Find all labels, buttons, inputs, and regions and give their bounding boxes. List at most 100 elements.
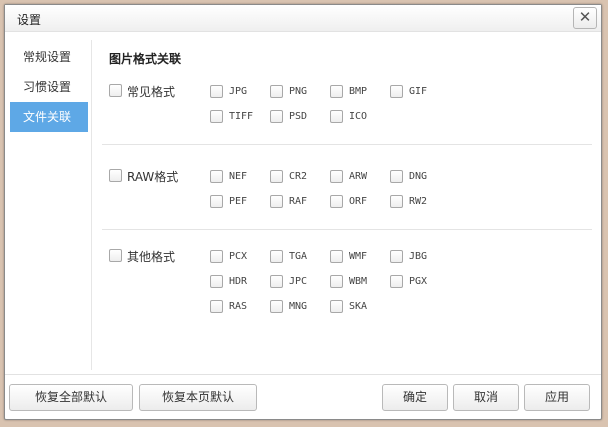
format-option-jpc[interactable]: JPC: [270, 273, 307, 289]
format-checkbox[interactable]: [270, 109, 283, 123]
format-label: PNG: [289, 85, 308, 97]
format-checkbox[interactable]: [210, 299, 223, 313]
format-label: TGA: [289, 250, 308, 262]
format-checkbox[interactable]: [390, 169, 403, 183]
format-checkbox[interactable]: [390, 194, 403, 208]
format-label: CR2: [289, 170, 308, 182]
format-option-mng[interactable]: MNG: [270, 298, 307, 314]
sidebar-item-general[interactable]: 常规设置: [10, 42, 88, 72]
restore-page-defaults-button[interactable]: 恢复本页默认: [139, 384, 257, 411]
ok-button[interactable]: 确定: [382, 384, 448, 411]
sidebar-item-label: 常规设置: [23, 50, 72, 64]
other-formats-checkbox[interactable]: [109, 249, 122, 262]
format-checkbox[interactable]: [270, 299, 283, 313]
format-checkbox[interactable]: [330, 274, 343, 288]
format-label: PEF: [229, 195, 248, 207]
sidebar: 常规设置 习惯设置 文件关联: [10, 42, 88, 132]
format-option-tga[interactable]: TGA: [270, 248, 307, 264]
format-option-raf[interactable]: RAF: [270, 193, 307, 209]
sidebar-item-label: 文件关联: [23, 110, 72, 124]
format-checkbox[interactable]: [270, 84, 283, 98]
format-checkbox[interactable]: [330, 109, 343, 123]
format-label: PCX: [229, 250, 248, 262]
format-label: GIF: [409, 85, 428, 97]
format-label: HDR: [229, 275, 248, 287]
format-label: JPG: [229, 85, 248, 97]
format-label: NEF: [229, 170, 248, 182]
format-option-pcx[interactable]: PCX: [210, 248, 247, 264]
format-checkbox[interactable]: [210, 109, 223, 123]
format-option-wmf[interactable]: WMF: [330, 248, 367, 264]
format-option-png[interactable]: PNG: [270, 83, 307, 99]
group-divider: [102, 144, 592, 145]
sidebar-item-file-association[interactable]: 文件关联: [10, 102, 88, 132]
restore-all-defaults-button[interactable]: 恢复全部默认: [9, 384, 133, 411]
content-panel: 图片格式关联 常见格式 JPG PNG BMP GIF TIFF PSD ICO…: [102, 41, 592, 371]
format-option-jpg[interactable]: JPG: [210, 83, 247, 99]
format-option-pgx[interactable]: PGX: [390, 273, 427, 289]
format-checkbox[interactable]: [210, 194, 223, 208]
format-checkbox[interactable]: [210, 274, 223, 288]
format-checkbox[interactable]: [330, 194, 343, 208]
format-label: WMF: [349, 250, 368, 262]
format-label: RAS: [229, 300, 248, 312]
format-option-hdr[interactable]: HDR: [210, 273, 247, 289]
format-option-tiff[interactable]: TIFF: [210, 108, 253, 124]
format-option-ras[interactable]: RAS: [210, 298, 247, 314]
format-label: ARW: [349, 170, 368, 182]
format-checkbox[interactable]: [270, 169, 283, 183]
group-divider: [102, 229, 592, 230]
format-option-ico[interactable]: ICO: [330, 108, 367, 124]
format-checkbox[interactable]: [390, 274, 403, 288]
dialog-title: 设置: [17, 13, 42, 27]
close-button[interactable]: ✕: [573, 7, 597, 29]
format-option-arw[interactable]: ARW: [330, 168, 367, 184]
settings-dialog: 设置 ✕ 常规设置 习惯设置 文件关联 图片格式关联 常见格式 JPG PNG …: [4, 4, 602, 420]
format-option-nef[interactable]: NEF: [210, 168, 247, 184]
format-checkbox[interactable]: [210, 169, 223, 183]
format-option-gif[interactable]: GIF: [390, 83, 427, 99]
format-option-orf[interactable]: ORF: [330, 193, 367, 209]
format-label: ICO: [349, 110, 368, 122]
sidebar-divider: [91, 40, 92, 370]
format-checkbox[interactable]: [330, 299, 343, 313]
format-option-rw2[interactable]: RW2: [390, 193, 427, 209]
format-checkbox[interactable]: [330, 249, 343, 263]
group-label: 其他格式: [127, 250, 176, 264]
format-label: RAF: [289, 195, 308, 207]
format-checkbox[interactable]: [390, 249, 403, 263]
format-option-cr2[interactable]: CR2: [270, 168, 307, 184]
format-label: JPC: [289, 275, 308, 287]
raw-formats-checkbox[interactable]: [109, 169, 122, 182]
format-checkbox[interactable]: [210, 84, 223, 98]
format-label: WBM: [349, 275, 368, 287]
group-label: 常见格式: [127, 85, 176, 99]
format-label: DNG: [409, 170, 428, 182]
format-checkbox[interactable]: [390, 84, 403, 98]
sidebar-item-label: 习惯设置: [23, 80, 72, 94]
format-checkbox[interactable]: [270, 194, 283, 208]
apply-button[interactable]: 应用: [524, 384, 590, 411]
close-icon: ✕: [578, 8, 592, 26]
format-option-bmp[interactable]: BMP: [330, 83, 367, 99]
format-label: MNG: [289, 300, 308, 312]
format-checkbox[interactable]: [270, 249, 283, 263]
format-checkbox[interactable]: [330, 169, 343, 183]
common-formats-checkbox[interactable]: [109, 84, 122, 97]
sidebar-item-habits[interactable]: 习惯设置: [10, 72, 88, 102]
format-option-jbg[interactable]: JBG: [390, 248, 427, 264]
format-option-psd[interactable]: PSD: [270, 108, 307, 124]
format-option-dng[interactable]: DNG: [390, 168, 427, 184]
format-option-ska[interactable]: SKA: [330, 298, 367, 314]
format-checkbox[interactable]: [330, 84, 343, 98]
cancel-button[interactable]: 取消: [453, 384, 519, 411]
format-option-pef[interactable]: PEF: [210, 193, 247, 209]
footer-divider: [5, 374, 601, 375]
format-option-wbm[interactable]: WBM: [330, 273, 367, 289]
format-label: ORF: [349, 195, 368, 207]
format-checkbox[interactable]: [270, 274, 283, 288]
format-label: BMP: [349, 85, 368, 97]
format-label: TIFF: [229, 110, 254, 122]
format-group-other: 其他格式 PCX TGA WMF JBG HDR JPC WBM PGX RAS…: [102, 244, 592, 334]
format-checkbox[interactable]: [210, 249, 223, 263]
